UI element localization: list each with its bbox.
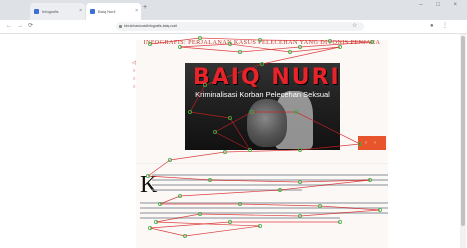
scrollbar-thumb[interactable] [461,36,465,226]
share-whatsapp-icon[interactable]: ○ [130,76,138,82]
profile-avatar-icon[interactable]: ● [430,20,434,33]
text-line [152,174,388,177]
share-facebook-icon[interactable]: ◁ [130,60,138,66]
paragraph-2 [140,202,388,226]
tab-label: Baiq Nuril [98,9,116,14]
tab-label: Infografis [42,9,59,14]
share-email-icon[interactable]: ○ [130,84,138,90]
text-line [140,207,388,210]
paragraph-1 [152,174,388,194]
text-line [152,184,388,187]
close-tab-icon[interactable]: × [135,3,138,20]
text-line [140,212,388,215]
bookmark-star-icon[interactable]: ☆ [352,20,357,33]
back-button[interactable]: ← [6,20,12,33]
favicon-icon [90,9,95,14]
url-text: kbr.id/nasional/infografis-baiq-nuril [124,24,178,28]
lock-icon [119,25,122,28]
forward-button[interactable]: → [17,20,23,33]
new-tab-button[interactable]: + [143,4,147,11]
url-input[interactable]: kbr.id/nasional/infografis-baiq-nuril [116,22,364,31]
close-tab-icon[interactable]: × [79,3,82,20]
article-title: INFOGRAFIS: PERJALANAN KASUS PELECEHAN Y… [143,39,381,46]
text-line [152,189,302,192]
next-slide-button[interactable]: › › [358,136,386,150]
tab-baiq-nuril[interactable]: Baiq Nuril × [86,3,141,20]
tab-bar: Infografis × Baiq Nuril × + – □ × [0,0,467,20]
hero-image[interactable]: BAIQ NURIL Kriminalisasi Korban Peleceha… [185,63,340,150]
hero-face-figure [247,99,287,147]
hero-sign-title: BAIQ NURIL [193,65,340,90]
text-line [140,202,388,205]
address-bar-row: ← → ⟳ kbr.id/nasional/infografis-baiq-nu… [0,20,467,34]
text-line [140,217,340,220]
menu-icon[interactable]: ⋮ [442,20,448,33]
share-twitter-icon[interactable]: ○ [130,68,138,74]
favicon-icon [34,9,39,14]
share-sidebar: ◁ ○ ○ ○ [130,60,138,92]
reload-button[interactable]: ⟳ [28,20,33,33]
text-line [152,179,388,182]
hero-sign-subtitle: Kriminalisasi Korban Pelecehan Seksual [195,90,330,99]
section-divider [136,163,388,164]
window-controls[interactable]: – □ × [419,2,463,8]
tab-infografis[interactable]: Infografis × [30,3,85,20]
